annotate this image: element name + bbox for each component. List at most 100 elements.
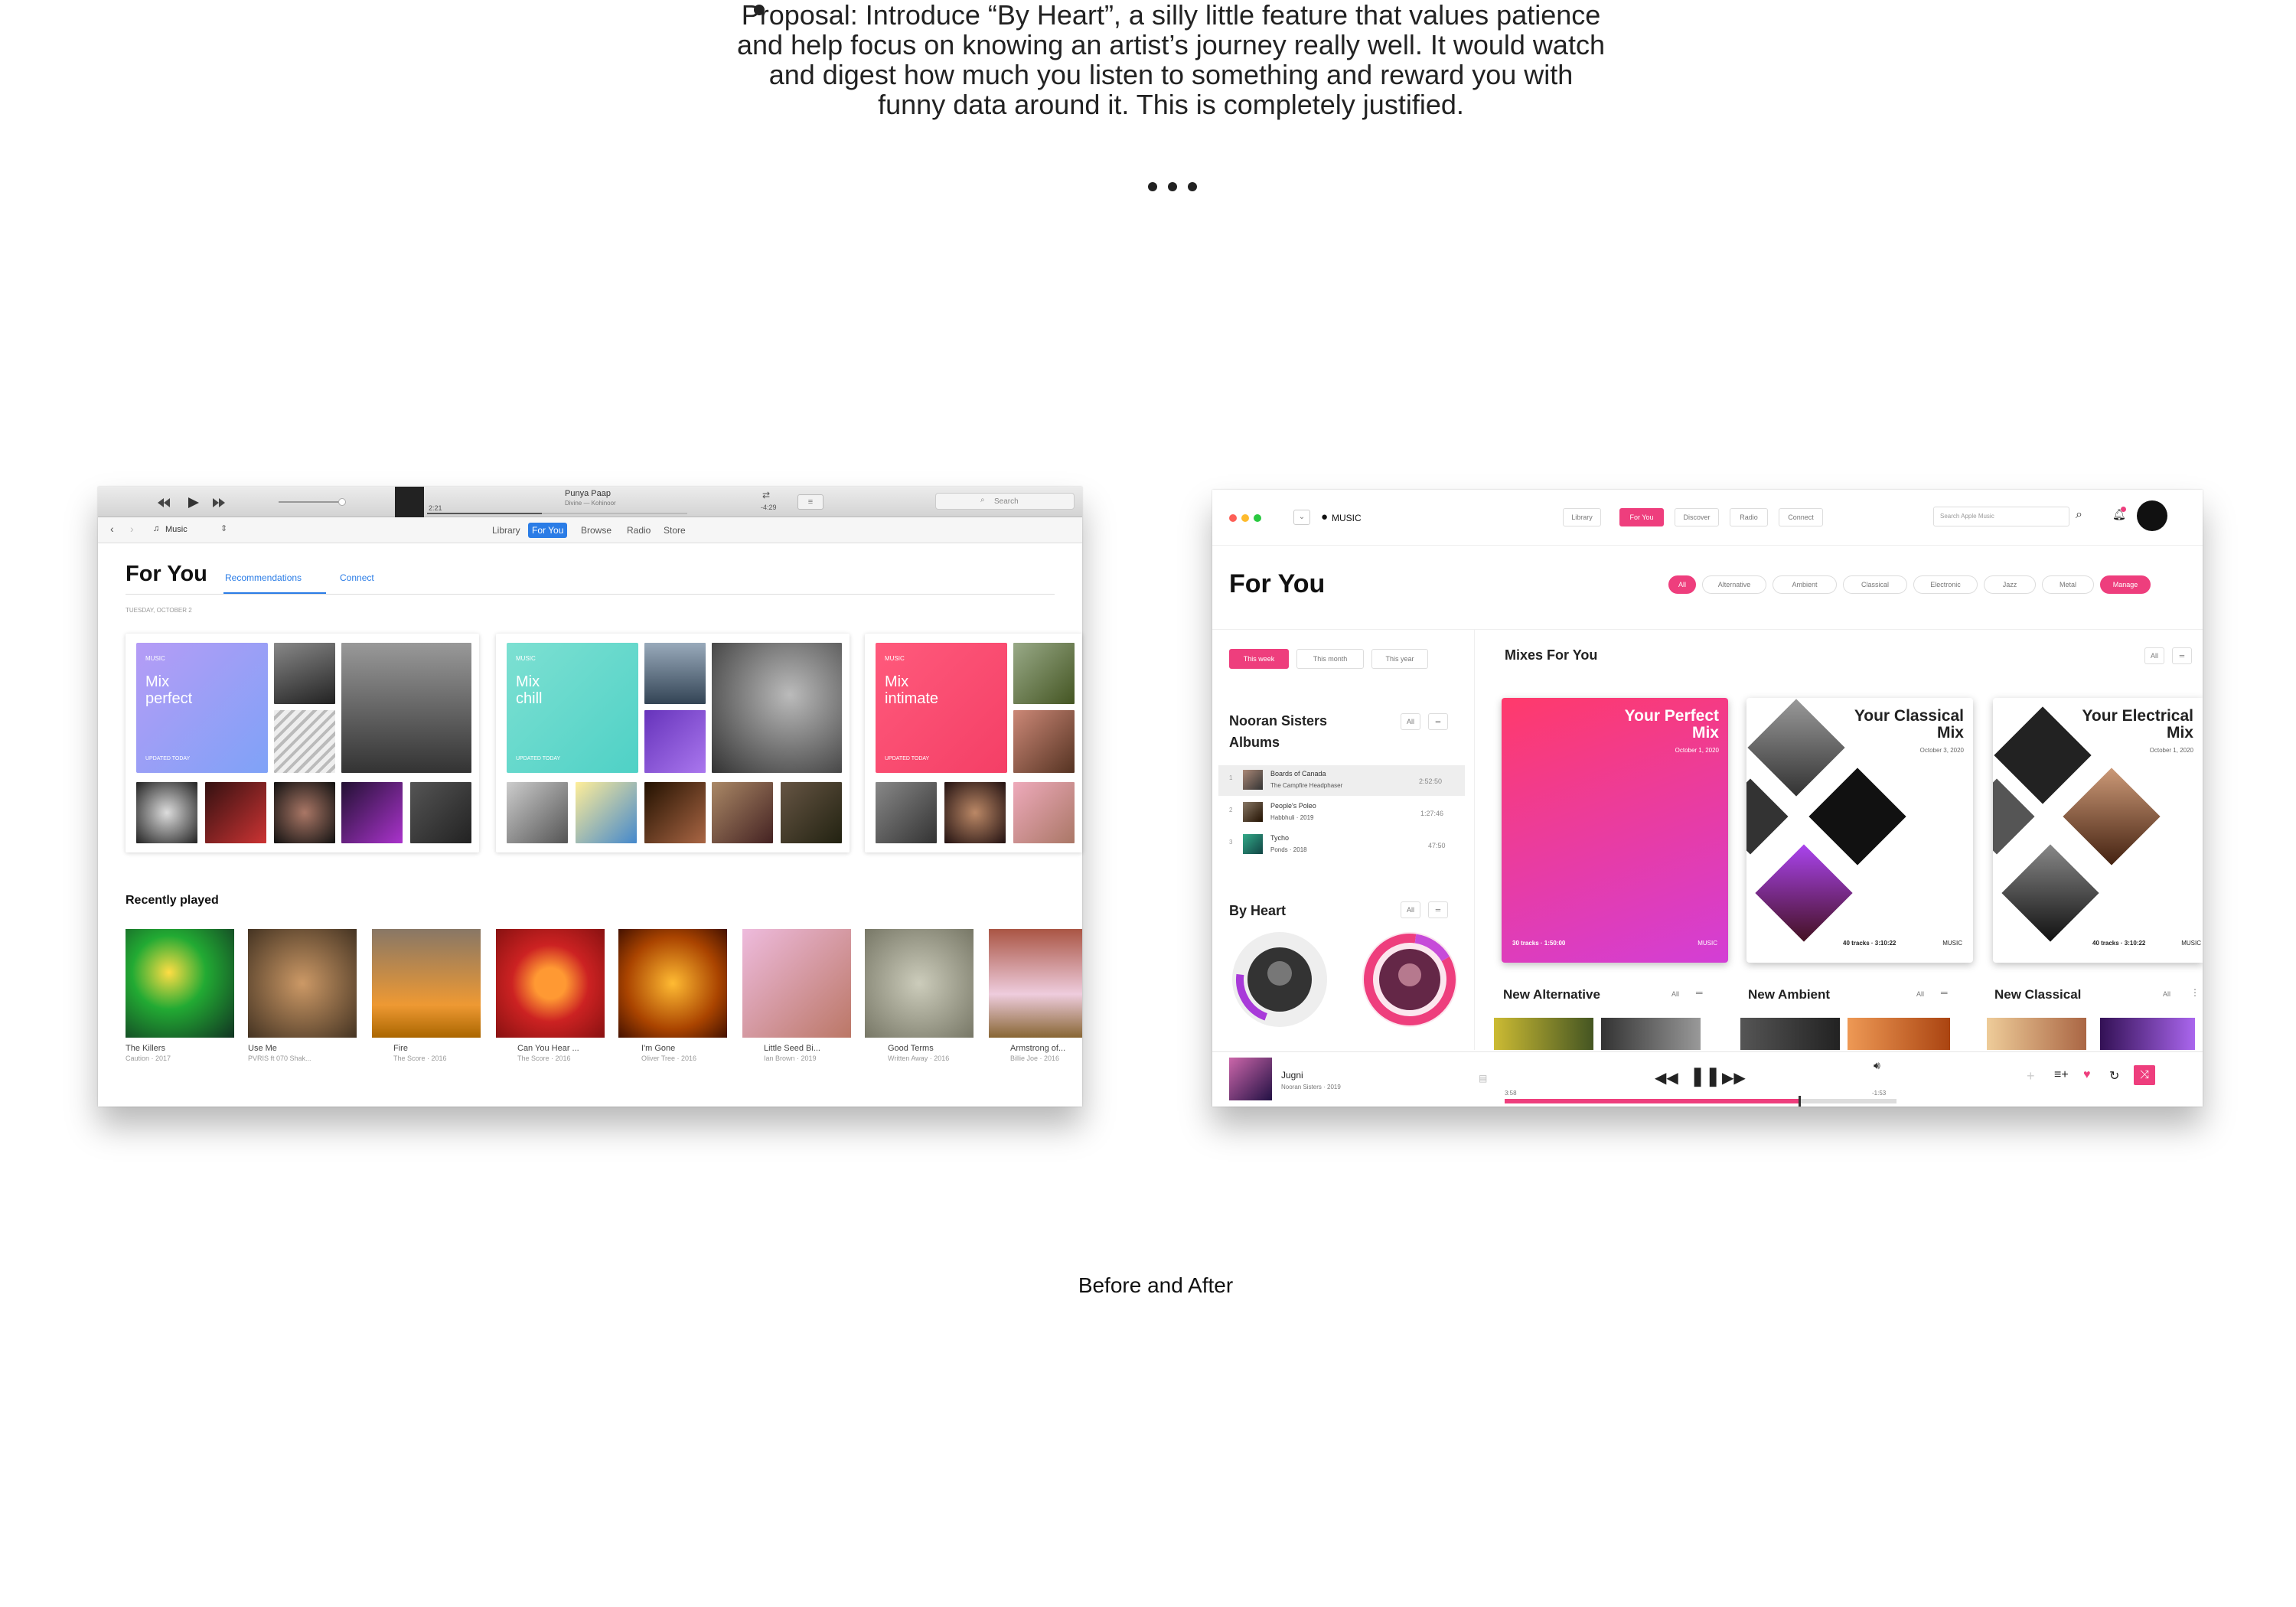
album-art[interactable] [1740, 1018, 1840, 1050]
album-art[interactable] [781, 782, 842, 843]
nav-radio[interactable]: Radio [1730, 508, 1768, 526]
avatar[interactable] [2137, 500, 2167, 531]
album-art[interactable] [1601, 1018, 1701, 1050]
by-heart-ring-artist-1[interactable] [1228, 927, 1332, 1032]
all-button[interactable]: All [1916, 990, 1924, 998]
menu-icon[interactable]: ⋮ [2190, 987, 2200, 998]
mix-card-intimate[interactable]: MUSIC Mix intimate UPDATED TODAY [865, 634, 1082, 852]
recent-album-art[interactable] [618, 929, 727, 1038]
repeat-icon[interactable]: ↻ [2109, 1068, 2119, 1084]
recent-album-art[interactable] [372, 929, 481, 1038]
album-art[interactable] [644, 710, 706, 773]
genre-all[interactable]: All [1668, 575, 1696, 594]
album-art[interactable] [507, 782, 568, 843]
repeat-icon[interactable]: ⇄ [762, 490, 770, 500]
all-button[interactable]: All [1671, 990, 1679, 998]
album-art[interactable] [2100, 1018, 2195, 1050]
album-art[interactable] [341, 643, 471, 773]
mix-card-perfect[interactable]: Your Perfect Mix October 1, 2020 30 trac… [1502, 698, 1728, 963]
genre-jazz[interactable]: Jazz [1984, 575, 2036, 594]
recent-album-art[interactable] [989, 929, 1082, 1038]
album-thumb[interactable] [1243, 770, 1263, 790]
tab-recommendations[interactable]: Recommendations [225, 572, 302, 583]
period-this-week[interactable]: This week [1229, 649, 1289, 669]
mix-card-chill[interactable]: MUSIC Mix chill UPDATED TODAY [496, 634, 850, 852]
nav-discover[interactable]: Discover [1675, 508, 1719, 526]
heart-icon[interactable]: ♥ [2083, 1068, 2091, 1082]
search-input[interactable]: ⌕ Search [935, 493, 1075, 510]
source-chevron-icon[interactable]: ⇕ [220, 523, 227, 533]
playback-controls-icon[interactable] [158, 497, 227, 508]
album-art[interactable] [876, 782, 937, 843]
recent-album-art[interactable] [742, 929, 851, 1038]
genre-metal[interactable]: Metal [2042, 575, 2094, 594]
list-icon[interactable]: ≡ [797, 494, 823, 510]
album-art[interactable] [1987, 1018, 2086, 1050]
add-icon[interactable]: + [2027, 1068, 2035, 1084]
album-art[interactable] [712, 782, 773, 843]
back-icon[interactable]: ‹ [110, 523, 114, 535]
nav-library[interactable]: Library [488, 523, 524, 538]
period-this-year[interactable]: This year [1371, 649, 1428, 669]
all-button[interactable]: All [2144, 647, 2164, 664]
manage-button[interactable]: Manage [2100, 575, 2151, 594]
tab-connect[interactable]: Connect [340, 572, 374, 583]
mix-perfect-tile[interactable]: MUSIC Mix perfect UPDATED TODAY [136, 643, 268, 773]
album-art[interactable] [410, 782, 471, 843]
fast-forward-icon[interactable]: ▶▶ [1722, 1068, 1746, 1087]
album-art[interactable] [1013, 643, 1075, 704]
menu-icon[interactable]: ═ [1428, 713, 1448, 730]
album-art[interactable] [1494, 1018, 1593, 1050]
genre-alternative[interactable]: Alternative [1702, 575, 1766, 594]
album-title[interactable]: Boards of Canada [1270, 770, 1326, 777]
album-title[interactable]: Tycho [1270, 834, 1289, 842]
progress-handle[interactable] [1799, 1096, 1801, 1107]
menu-icon[interactable]: ═ [1696, 987, 1703, 998]
nav-for-you[interactable]: For You [528, 523, 568, 538]
album-art[interactable] [205, 782, 266, 843]
add-to-queue-icon[interactable]: ≡+ [2054, 1068, 2069, 1082]
album-thumb[interactable] [1243, 834, 1263, 854]
mix-card-classical[interactable]: Your Classical Mix October 3, 2020 40 tr… [1746, 698, 1973, 963]
genre-ambient[interactable]: Ambient [1773, 575, 1837, 594]
minimize-window-icon[interactable] [1241, 514, 1249, 522]
mix-intimate-tile[interactable]: MUSIC Mix intimate UPDATED TODAY [876, 643, 1007, 773]
volume-slider[interactable] [279, 501, 344, 503]
album-art[interactable] [1013, 710, 1075, 773]
menu-icon[interactable]: ═ [2172, 647, 2192, 664]
close-window-icon[interactable] [1229, 514, 1237, 522]
nav-for-you[interactable]: For You [1619, 508, 1664, 526]
menu-icon[interactable]: ═ [1428, 901, 1448, 918]
album-title[interactable]: People's Poleo [1270, 802, 1316, 810]
chevron-down-icon[interactable]: ⌄ [1293, 510, 1310, 525]
recent-album-art[interactable] [126, 929, 234, 1038]
album-art[interactable] [274, 710, 335, 773]
nav-store[interactable]: Store [660, 523, 690, 538]
album-art[interactable] [274, 643, 335, 704]
mix-card-electrical[interactable]: Your Electrical Mix October 1, 2020 40 t… [1993, 698, 2203, 963]
recent-album-art[interactable] [865, 929, 974, 1038]
volume-knob[interactable] [338, 498, 346, 506]
pause-icon[interactable]: ❚❚ [1690, 1065, 1720, 1087]
volume-icon[interactable]: 🔊︎ [1874, 1059, 1880, 1072]
period-this-month[interactable]: This month [1296, 649, 1364, 669]
recent-album-art[interactable] [496, 929, 605, 1038]
search-input[interactable]: Search Apple Music [1933, 507, 2069, 526]
all-button[interactable]: All [1401, 901, 1420, 918]
shuffle-icon[interactable]: ⤨ [2134, 1065, 2155, 1085]
rewind-icon[interactable]: ◀◀ [1655, 1068, 1678, 1087]
album-art[interactable] [1848, 1018, 1950, 1050]
menu-icon[interactable]: ═ [1941, 987, 1948, 998]
mix-card-perfect[interactable]: MUSIC Mix perfect UPDATED TODAY [126, 634, 479, 852]
album-art[interactable] [644, 782, 706, 843]
album-art[interactable] [944, 782, 1006, 843]
nav-radio[interactable]: Radio [623, 523, 654, 538]
album-art[interactable] [576, 782, 637, 843]
album-art[interactable] [712, 643, 842, 773]
album-art[interactable] [644, 643, 706, 704]
nav-library[interactable]: Library [1563, 508, 1601, 526]
queue-item-icon[interactable]: ▤ [1479, 1073, 1487, 1084]
album-art[interactable] [1013, 782, 1075, 843]
all-button[interactable]: All [1401, 713, 1420, 730]
album-thumb[interactable] [1243, 802, 1263, 822]
